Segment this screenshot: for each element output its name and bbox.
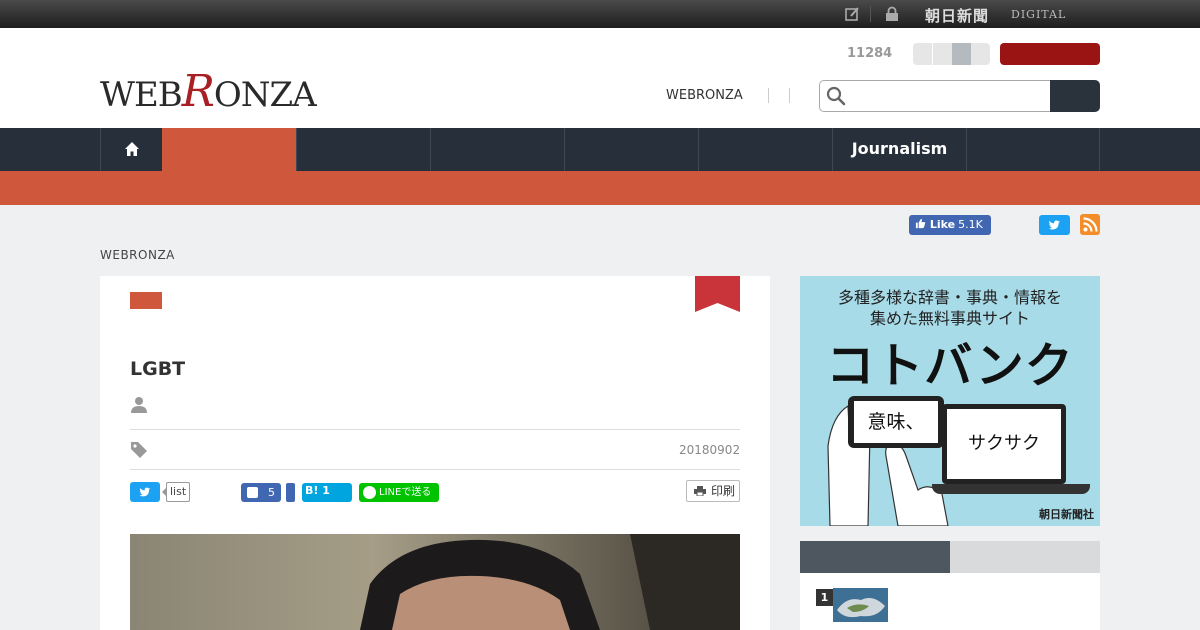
header-link-webronza[interactable]: WEBRONZA bbox=[666, 88, 743, 103]
nav-item-4[interactable] bbox=[564, 128, 698, 171]
logo-text-right: ONZA bbox=[213, 75, 317, 115]
home-icon bbox=[101, 128, 162, 172]
phone-illustration: 意味、 bbox=[848, 396, 944, 448]
site-header: WEBRONZA 11284 WEBRONZA bbox=[0, 28, 1200, 128]
edit-icon[interactable] bbox=[844, 6, 860, 22]
facebook-like-count: 5.1K bbox=[958, 218, 983, 231]
search-input[interactable] bbox=[850, 85, 1045, 107]
logo-r: R bbox=[181, 66, 215, 117]
phone-screen-text: 意味、 bbox=[854, 401, 938, 443]
article-photo bbox=[130, 534, 740, 630]
rss-icon bbox=[1083, 217, 1098, 232]
logo-text-left: WEB bbox=[100, 75, 183, 115]
facebook-share-button[interactable]: 5 bbox=[241, 483, 281, 502]
nav-item-2[interactable] bbox=[296, 128, 430, 171]
login-button[interactable] bbox=[1000, 43, 1100, 65]
main-nav: Journalism bbox=[0, 128, 1200, 171]
publish-date: 20180902 bbox=[679, 443, 741, 457]
thumbs-up-icon bbox=[915, 218, 926, 229]
ranking-tabs bbox=[800, 541, 1100, 573]
site-logo[interactable]: WEBRONZA bbox=[100, 66, 317, 117]
nav-home[interactable] bbox=[100, 128, 162, 171]
hatena-bookmark-button[interactable]: B! 1 bbox=[302, 483, 352, 502]
ranking-tab-1[interactable] bbox=[800, 541, 950, 573]
twitter-list-count[interactable]: list bbox=[161, 482, 191, 502]
line-icon bbox=[363, 486, 376, 499]
font-size-medium-button[interactable] bbox=[933, 43, 952, 65]
nav-item-5[interactable] bbox=[698, 128, 832, 171]
twitter-icon bbox=[1048, 220, 1060, 230]
nav-item-3[interactable] bbox=[430, 128, 564, 171]
digital-label[interactable]: DIGITAL bbox=[1011, 8, 1066, 21]
ranking-thumbnail bbox=[833, 588, 888, 622]
laptop-illustration: サクサク bbox=[942, 404, 1066, 484]
ranking-list: 1 bbox=[800, 573, 1100, 630]
font-size-large-button[interactable] bbox=[952, 43, 971, 65]
author-icon bbox=[131, 397, 147, 413]
tag-icon bbox=[131, 442, 147, 458]
search-icon bbox=[826, 86, 846, 106]
search-button[interactable] bbox=[1050, 80, 1100, 112]
line-share-label: LINEで送る bbox=[379, 487, 432, 498]
facebook-like-button[interactable]: Like 5.1K bbox=[909, 215, 991, 235]
ranking-tab-2[interactable] bbox=[950, 541, 1100, 573]
divider bbox=[130, 429, 740, 430]
divider bbox=[870, 6, 871, 22]
top-bar: 朝日新聞 DIGITAL bbox=[0, 0, 1200, 28]
nav-label: Journalism bbox=[851, 139, 948, 158]
hatena-count: 1 bbox=[322, 484, 330, 497]
article-title: LGBT bbox=[130, 358, 186, 380]
divider bbox=[1099, 128, 1100, 171]
article-card: LGBT 20180902 list 5 B! 1 LINEで送る 印刷 bbox=[100, 276, 770, 630]
divider bbox=[768, 88, 769, 103]
facebook-share-extra[interactable] bbox=[286, 483, 295, 502]
sub-nav-bar bbox=[0, 171, 1200, 205]
facebook-share-count: 5 bbox=[268, 486, 275, 499]
rss-feed-button[interactable] bbox=[1080, 214, 1100, 235]
nav-item-1[interactable] bbox=[162, 128, 296, 171]
printer-icon bbox=[694, 486, 706, 496]
ranking-number: 1 bbox=[816, 589, 833, 606]
divider bbox=[130, 469, 740, 470]
search-box bbox=[819, 80, 1051, 112]
line-share-button[interactable]: LINEで送る bbox=[359, 483, 439, 502]
divider bbox=[789, 88, 790, 103]
ad-sponsor: 朝日新聞社 bbox=[1039, 508, 1094, 521]
laptop-base bbox=[932, 484, 1090, 494]
hatena-label: B! bbox=[305, 484, 319, 497]
twitter-follow-button[interactable] bbox=[1039, 215, 1070, 235]
twitter-icon bbox=[139, 487, 151, 497]
font-size-small-button[interactable] bbox=[913, 43, 932, 65]
follower-count: 11284 bbox=[847, 46, 893, 61]
laptop-screen-text: サクサク bbox=[947, 409, 1061, 479]
breadcrumb[interactable]: WEBRONZA bbox=[100, 248, 175, 262]
nav-item-7[interactable] bbox=[966, 128, 1100, 171]
print-label: 印刷 bbox=[711, 484, 736, 498]
asahi-brand[interactable]: 朝日新聞 bbox=[925, 5, 989, 26]
twitter-share-button[interactable] bbox=[130, 482, 160, 502]
facebook-like-label: Like bbox=[929, 218, 956, 231]
facebook-icon bbox=[247, 487, 258, 498]
font-size-xlarge-button[interactable] bbox=[971, 43, 990, 65]
print-button[interactable]: 印刷 bbox=[686, 480, 740, 502]
nav-item-journalism[interactable]: Journalism bbox=[832, 128, 966, 171]
lock-icon[interactable] bbox=[884, 6, 900, 22]
category-badge[interactable] bbox=[130, 292, 162, 309]
kotobank-ad[interactable]: 多種多様な辞書・事典・情報を 集めた無料事典サイト コトバンク 意味、 サクサク… bbox=[800, 276, 1100, 526]
bookmark-icon[interactable] bbox=[695, 276, 740, 312]
